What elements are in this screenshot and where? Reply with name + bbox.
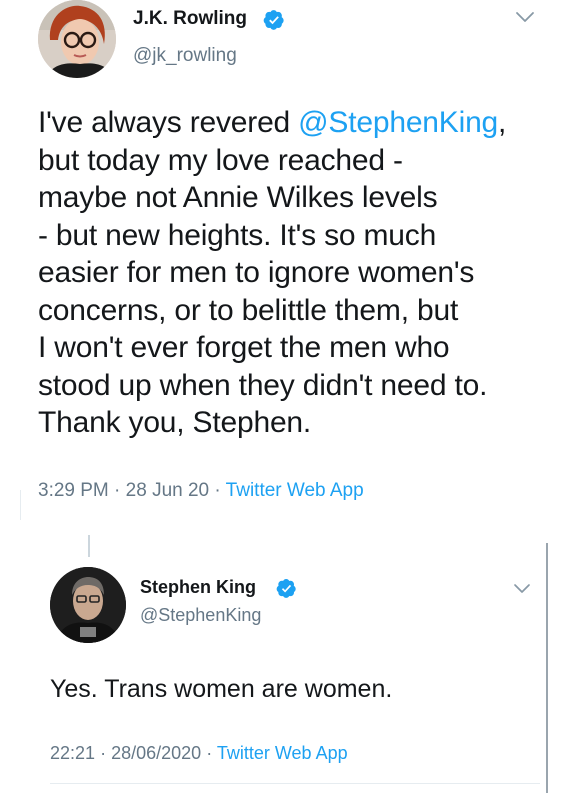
tweet-date[interactable]: 28 Jun 20 [126, 480, 209, 501]
avatar[interactable] [50, 567, 126, 643]
meta-separator: · [100, 743, 107, 763]
avatar-photo-icon [50, 567, 126, 643]
tweet-text-line: easier for men to ignore women's [38, 256, 475, 289]
tweet-source-link[interactable]: Twitter Web App [226, 480, 364, 501]
chevron-down-icon[interactable] [512, 581, 532, 597]
tweet-text: Yes. Trans women are women. [50, 675, 393, 703]
display-name[interactable]: J.K. Rowling [133, 8, 247, 30]
tweet-text-line: maybe not Annie Wilkes levels [38, 181, 438, 214]
tweet-text-line: concerns, or to belittle them, but [38, 293, 459, 327]
tweet-text-line: - but new heights. It's so much [38, 218, 437, 252]
avatar[interactable] [38, 0, 116, 78]
tweet-time[interactable]: 22:21 [50, 743, 95, 763]
tweet-source-link[interactable]: Twitter Web App [217, 743, 348, 763]
tweet-time[interactable]: 3:29 PM [38, 480, 109, 501]
meta-separator: · [214, 480, 221, 501]
verified-badge-icon [263, 10, 284, 30]
verified-badge-icon [276, 579, 296, 598]
tweet-text-line: but today my love reached - [38, 143, 403, 177]
tweet-jk-rowling[interactable]: J.K. Rowling @jk_rowling I've always rev… [0, 0, 570, 520]
tweet-text-line: Thank you, Stephen. [38, 406, 312, 439]
tweet-metadata: 3:29 PM · 28 Jun 20 · Twitter Web App [38, 480, 364, 502]
tweet-text-line: I won't ever forget the men who [38, 331, 450, 364]
display-name[interactable]: Stephen King [140, 577, 256, 598]
mention-link[interactable]: @StephenKing [298, 106, 498, 139]
tweet-text: I've always revered @StephenKing, but to… [38, 104, 548, 442]
tweet-stephen-king[interactable]: Stephen King @StephenKing Yes. Trans wom… [0, 535, 570, 798]
divider [50, 783, 540, 784]
meta-separator: · [114, 480, 121, 501]
screenshot: J.K. Rowling @jk_rowling I've always rev… [0, 0, 570, 798]
chevron-down-icon[interactable] [514, 8, 536, 26]
tweet-text-segment: , [498, 106, 507, 139]
tweet-text-line: stood up when they didn't need to. [38, 368, 488, 402]
tweet-border [546, 543, 548, 793]
avatar-photo-icon [38, 0, 116, 78]
tweet-metadata: 22:21 · 28/06/2020 · Twitter Web App [50, 743, 348, 764]
tweet-date[interactable]: 28/06/2020 [111, 743, 201, 763]
thread-line [88, 535, 90, 557]
tweet-border [20, 490, 21, 520]
tweet-text-segment: I've always revered [38, 106, 299, 139]
username-handle[interactable]: @StephenKing [140, 605, 261, 626]
username-handle[interactable]: @jk_rowling [133, 45, 237, 67]
meta-separator: · [206, 743, 213, 763]
